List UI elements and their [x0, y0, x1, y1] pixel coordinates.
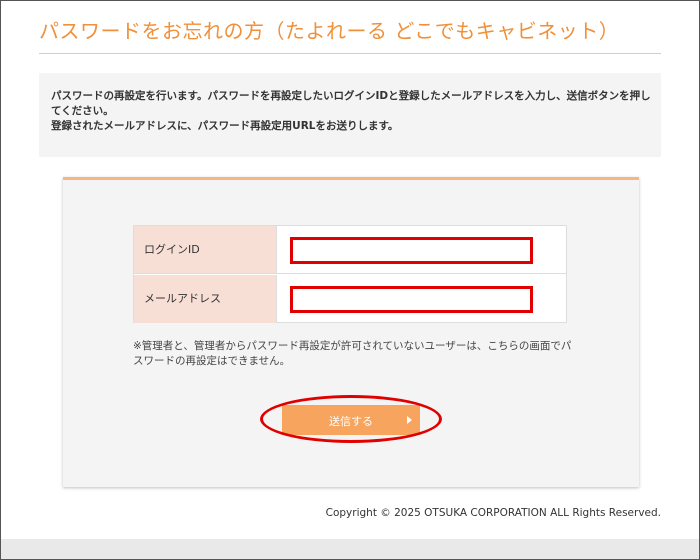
copyright: Copyright © 2025 OTSUKA CORPORATION ALL …	[325, 507, 661, 519]
email-input[interactable]	[290, 286, 533, 313]
login-id-input[interactable]	[290, 237, 533, 264]
notice-box: パスワードの再設定を行います。パスワードを再設定したいログインIDと登録したメー…	[39, 73, 661, 157]
form-table: ログインID メールアドレス	[133, 225, 567, 323]
page-title: パスワードをお忘れの方（たよれーる どこでもキャビネット）	[39, 19, 620, 43]
send-button[interactable]: 送信する	[282, 405, 420, 435]
password-reset-card: ログインID メールアドレス ※管理者と、管理者からパスワード再設定が許可されて…	[63, 177, 639, 487]
page-frame: パスワードをお忘れの方（たよれーる どこでもキャビネット） パスワードの再設定を…	[0, 0, 700, 560]
notice-line-2: 登録されたメールアドレスに、パスワード再設定用URLをお送りします。	[51, 120, 399, 132]
login-id-label: ログインID	[134, 226, 277, 273]
notice-line-1: パスワードの再設定を行います。パスワードを再設定したいログインIDと登録したメー…	[51, 90, 651, 117]
caution-text: ※管理者と、管理者からパスワード再設定が許可されていないユーザーは、こちらの画面…	[133, 340, 572, 367]
form-row-email: メールアドレス	[134, 275, 566, 323]
title-divider	[39, 53, 661, 54]
form-row-login-id: ログインID	[134, 226, 566, 274]
arrow-right-icon	[407, 416, 412, 424]
bottom-strip	[1, 539, 699, 559]
email-label: メールアドレス	[134, 275, 277, 323]
send-button-label: 送信する	[329, 415, 373, 428]
